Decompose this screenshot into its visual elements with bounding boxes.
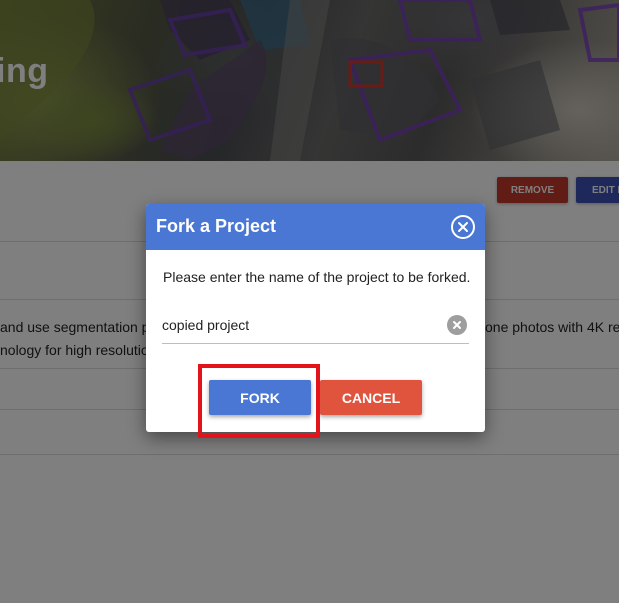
dialog-title: Fork a Project — [156, 216, 277, 236]
project-name-field — [162, 308, 469, 344]
dialog-header: Fork a Project — [146, 204, 485, 250]
close-icon — [458, 222, 468, 232]
clear-icon — [453, 321, 461, 329]
dialog-message: Please enter the name of the project to … — [163, 269, 471, 285]
fork-project-dialog: Fork a Project Please enter the name of … — [146, 204, 485, 432]
project-name-input[interactable] — [162, 314, 437, 336]
clear-input-button[interactable] — [447, 315, 467, 335]
close-button[interactable] — [451, 215, 475, 239]
cancel-button[interactable]: CANCEL — [320, 380, 422, 415]
fork-button[interactable]: FORK — [209, 380, 311, 415]
